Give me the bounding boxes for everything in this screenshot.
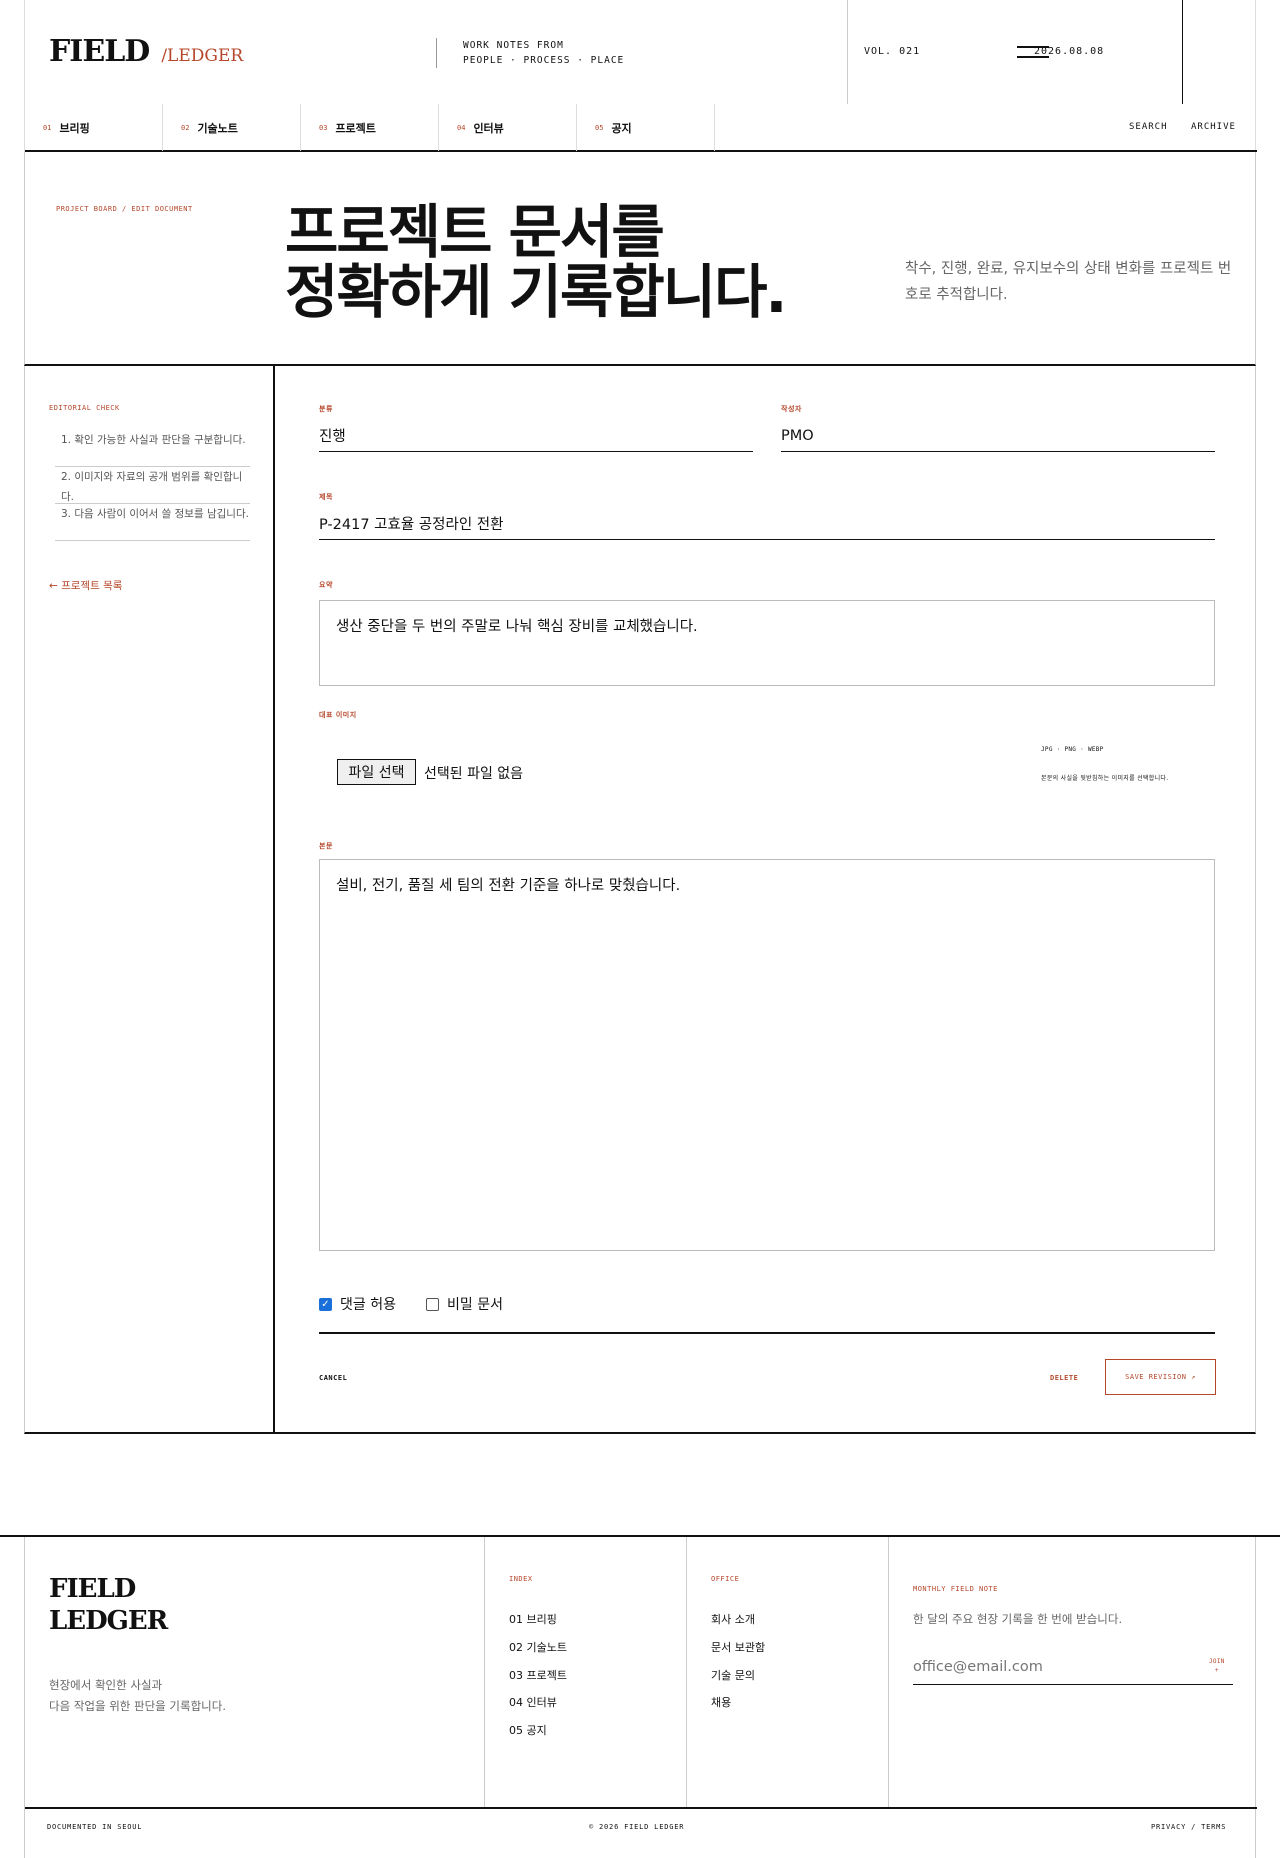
secret-document-checkbox[interactable] [425, 1297, 439, 1311]
nav-num: 05 [595, 123, 604, 132]
nav-num: 02 [181, 123, 190, 132]
main-nav: 01 브리핑 02 기술노트 03 프로젝트 04 인터뷰 05 공지 SEAR… [25, 104, 1257, 152]
footer-desc-line-1: 현장에서 확인한 사실과 [49, 1678, 163, 1692]
footer-index-item[interactable]: 04 인터뷰 [509, 1694, 557, 1710]
tagline: WORK NOTES FROM PEOPLE · PROCESS · PLACE [436, 38, 624, 68]
brand-sub: /LEDGER [161, 46, 244, 66]
footer-office-item[interactable]: 채용 [711, 1694, 731, 1710]
check-item: 1. 확인 가능한 사실과 판단을 구분합니다. [55, 430, 250, 467]
newsletter-email-input[interactable] [913, 1649, 1233, 1685]
join-button[interactable]: JOIN + [1209, 1657, 1225, 1675]
footer-copyright: © 2026 FIELD LEDGER [589, 1823, 685, 1831]
nav-label: 기술노트 [197, 121, 238, 135]
footer-brand-line-1: FIELD [49, 1574, 136, 1604]
page-description: 착수, 진행, 완료, 유지보수의 상태 변화를 프로젝트 번호로 추적합니다. [905, 261, 1232, 303]
nav-label: 프로젝트 [335, 121, 376, 135]
footer-index-item[interactable]: 02 기술노트 [509, 1639, 567, 1655]
footer-index-item[interactable]: 01 브리핑 [509, 1611, 557, 1627]
summary-label: 요약 [319, 581, 333, 589]
allow-comments-label: 댓글 허용 [340, 1297, 396, 1313]
footer-index-item[interactable]: 03 프로젝트 [509, 1667, 567, 1683]
tagline-line-1: WORK NOTES FROM [463, 40, 564, 51]
footer-index-item[interactable]: 05 공지 [509, 1722, 547, 1738]
volume-label: VOL. 021 [864, 46, 921, 57]
menu-icon[interactable] [1017, 46, 1049, 58]
nav-label: 공지 [611, 121, 632, 135]
nav-num: 01 [43, 123, 52, 132]
nav-num: 03 [319, 123, 328, 132]
footer-location: DOCUMENTED IN SEOUL [47, 1823, 143, 1831]
secret-document-label: 비밀 문서 [446, 1297, 503, 1313]
cancel-button[interactable]: CANCEL [319, 1374, 347, 1382]
newsletter-title: MONTHLY FIELD NOTE [913, 1585, 998, 1593]
sidebar-title: EDITORIAL CHECK [49, 404, 120, 412]
author-input[interactable] [781, 420, 1215, 452]
nav-item-briefing[interactable]: 01 브리핑 [25, 104, 163, 151]
image-hint: 본문의 사실을 뒷받침하는 이미지를 선택합니다. [1041, 775, 1169, 782]
brand-name: FIELD [49, 34, 150, 69]
nav-item-interview[interactable]: 04 인터뷰 [439, 104, 577, 151]
nav-item-tech-notes[interactable]: 02 기술노트 [163, 104, 301, 151]
editorial-sidebar: EDITORIAL CHECK 1. 확인 가능한 사실과 판단을 구분합니다.… [25, 366, 275, 1432]
footer-description: 현장에서 확인한 사실과 다음 작업을 위한 판단을 기록합니다. [49, 1675, 226, 1717]
footer-office-column: OFFICE 회사 소개 문서 보관함 기술 문의 채용 [686, 1537, 888, 1807]
page: FIELD /LEDGER WORK NOTES FROM PEOPLE · P… [0, 0, 1280, 1858]
footer-legal-links[interactable]: PRIVACY / TERMS [1151, 1823, 1226, 1831]
site-footer: FIELD LEDGER 현장에서 확인한 사실과 다음 작업을 위한 판단을 … [0, 1535, 1280, 1858]
page-title-line-2: 정확하게 기록합니다. [285, 258, 787, 326]
category-label: 분류 [319, 405, 333, 413]
nav-label: 브리핑 [59, 121, 90, 135]
options-row: ✓ 댓글 허용 비밀 문서 [319, 1294, 503, 1314]
body-textarea[interactable]: 설비, 전기, 품질 세 팀의 전환 기준을 하나로 맞췄습니다. [319, 859, 1215, 1251]
category-input[interactable] [319, 420, 753, 452]
body-label: 본문 [319, 842, 333, 850]
summary-textarea[interactable]: 생산 중단을 두 번의 주말로 나눠 핵심 장비를 교체했습니다. [319, 600, 1215, 686]
delete-button[interactable]: DELETE [1050, 1374, 1078, 1382]
file-status: 선택된 파일 없음 [424, 766, 524, 782]
title-label: 제목 [319, 493, 333, 501]
back-to-projects-link[interactable]: ← 프로젝트 목록 [49, 578, 122, 593]
edit-section: EDITORIAL CHECK 1. 확인 가능한 사실과 판단을 구분합니다.… [24, 366, 1256, 1434]
footer-office-item[interactable]: 문서 보관함 [711, 1639, 765, 1655]
footer-index-title: INDEX [509, 1575, 533, 1583]
footer-bottom-bar: DOCUMENTED IN SEOUL © 2026 FIELD LEDGER … [25, 1807, 1257, 1858]
join-arrow-icon: + [1214, 1667, 1219, 1674]
footer-brand[interactable]: FIELD LEDGER [49, 1573, 168, 1637]
file-select-button[interactable]: 파일 선택 [337, 759, 416, 785]
search-link[interactable]: SEARCH [1129, 122, 1168, 132]
footer-index-column: INDEX 01 브리핑 02 기술노트 03 프로젝트 04 인터뷰 05 공… [484, 1537, 686, 1807]
page-hero: PROJECT BOARD / EDIT DOCUMENT 프로젝트 문서를 정… [24, 152, 1256, 366]
site-header: FIELD /LEDGER WORK NOTES FROM PEOPLE · P… [24, 0, 1257, 152]
page-title-line-1: 프로젝트 문서를 [285, 198, 665, 266]
breadcrumb: PROJECT BOARD / EDIT DOCUMENT [56, 205, 193, 213]
join-label: JOIN [1209, 1658, 1225, 1665]
cover-image-label: 대표 이미지 [319, 711, 357, 719]
nav-item-projects[interactable]: 03 프로젝트 [301, 104, 439, 151]
footer-office-item[interactable]: 회사 소개 [711, 1611, 755, 1627]
save-revision-button[interactable]: SAVE REVISION ↗ [1105, 1359, 1216, 1395]
footer-office-item[interactable]: 기술 문의 [711, 1667, 755, 1683]
page-title: 프로젝트 문서를 정확하게 기록합니다. [285, 198, 787, 326]
check-item: 3. 다음 사람이 이어서 쓸 정보를 남깁니다. [55, 504, 250, 541]
nav-label: 인터뷰 [473, 121, 504, 135]
footer-inner: FIELD LEDGER 현장에서 확인한 사실과 다음 작업을 위한 판단을 … [24, 1537, 1257, 1858]
title-input[interactable] [319, 508, 1215, 540]
archive-link[interactable]: ARCHIVE [1191, 122, 1236, 132]
tagline-line-2: PEOPLE · PROCESS · PLACE [463, 55, 625, 66]
nav-item-notice[interactable]: 05 공지 [577, 104, 715, 151]
brand-logo[interactable]: FIELD /LEDGER [49, 34, 243, 69]
footer-brand-line-2: LEDGER [49, 1606, 168, 1636]
footer-office-title: OFFICE [711, 1575, 740, 1583]
form-divider [319, 1332, 1215, 1334]
nav-num: 04 [457, 123, 466, 132]
footer-newsletter-column: MONTHLY FIELD NOTE 한 달의 주요 현장 기록을 한 번에 받… [888, 1537, 1257, 1807]
footer-desc-line-2: 다음 작업을 위한 판단을 기록합니다. [49, 1699, 226, 1713]
newsletter-description: 한 달의 주요 현장 기록을 한 번에 받습니다. [913, 1612, 1123, 1626]
check-item: 2. 이미지와 자료의 공개 범위를 확인합니다. [55, 467, 250, 504]
allow-comments-checkbox[interactable]: ✓ [319, 1297, 332, 1311]
menu-block [1182, 0, 1257, 104]
image-formats: JPG · PNG · WEBP [1041, 746, 1104, 753]
author-label: 작성자 [781, 405, 802, 413]
